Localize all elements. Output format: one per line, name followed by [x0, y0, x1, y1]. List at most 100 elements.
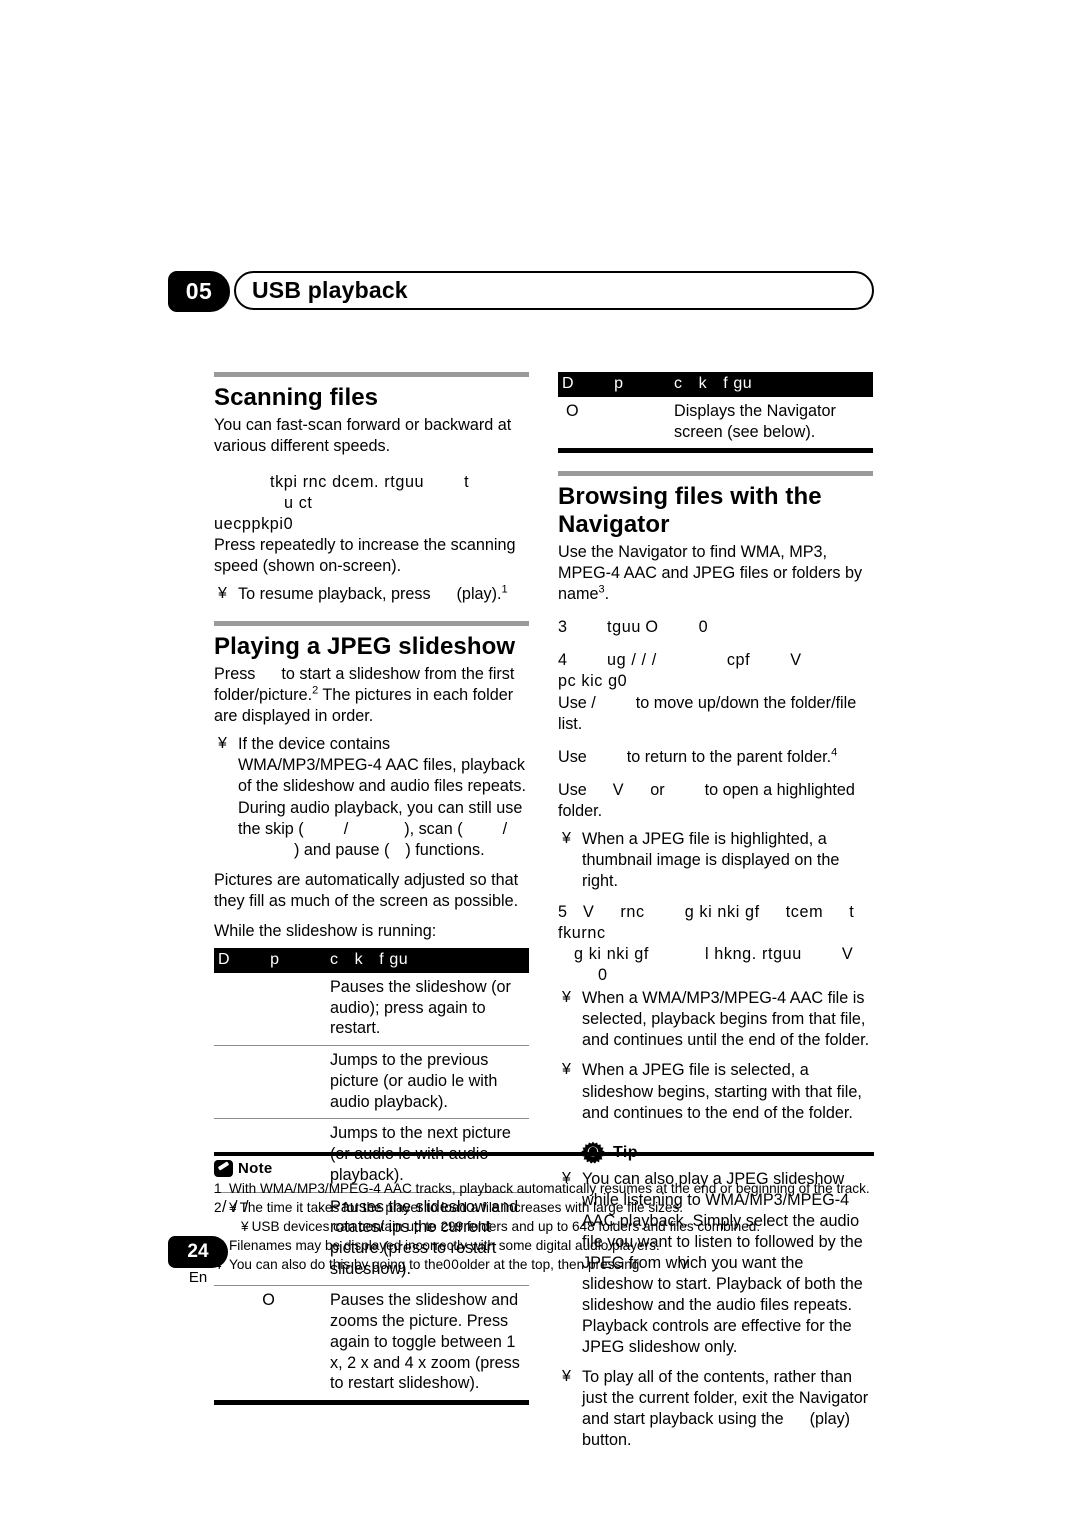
bullet-text: When a JPEG file is highlighted, a thumb…	[582, 829, 840, 890]
step-number: 5	[558, 903, 568, 921]
bullet-glyph: ¥	[562, 1061, 571, 1079]
step5-b: rnc	[620, 903, 645, 921]
garbled-run-3: u ct	[284, 494, 313, 513]
step5-h: V	[841, 945, 854, 964]
step-number: 3	[558, 618, 568, 637]
table-header-description: ckf gu	[670, 372, 873, 397]
note-text-a: You can also do this by going to the	[229, 1257, 444, 1273]
table-bottom-rule	[214, 1400, 529, 1406]
hdr-f: gu	[733, 375, 753, 392]
use2-b: to return to the parent folder.	[626, 747, 832, 766]
slideshow-bullet-f: ) functions.	[405, 840, 485, 859]
page-language: En	[188, 1269, 208, 1286]
table-head: Dp ckf gu	[214, 947, 529, 973]
browsing-bullet-list-1: ¥ When a JPEG file is highlighted, a thu…	[558, 829, 873, 892]
bullet-glyph: ¥	[229, 1200, 237, 1216]
note-item: 2 ¥ The time it takes for the player to l…	[214, 1198, 874, 1236]
browsing-intro-end: .	[604, 585, 610, 604]
browsing-use-2: Use to return to the parent folder.4	[558, 747, 873, 768]
note-list: 1 With WMA/MP3/MPEG-4 AAC tracks, playba…	[214, 1179, 874, 1274]
notes-block: Note 1 With WMA/MP3/MPEG-4 AAC tracks, p…	[214, 1152, 874, 1274]
note-item: 4 You can also do this by going to the00…	[214, 1255, 874, 1274]
step4-b: cpf	[726, 651, 751, 670]
table-header-description: ckf gu	[326, 947, 529, 973]
garbled-run-4: uecppkpi0	[214, 515, 294, 534]
table-bottom-rule	[558, 448, 873, 454]
step5-a: V	[583, 903, 595, 921]
use3-b: V	[612, 780, 625, 799]
step3-c: 0	[698, 618, 709, 637]
list-item: ¥ To play all of the contents, rather th…	[558, 1367, 873, 1451]
row-description: Jumps to the previous picture (or audio …	[326, 1045, 529, 1119]
table-body: O Displays the Navigator screen (see bel…	[558, 397, 873, 448]
hdr-c: c	[674, 375, 683, 392]
note-text-e: .	[715, 1257, 719, 1273]
browsing-step-4: 4 ug / / / cpf Vpc kic g0	[558, 650, 873, 692]
browsing-intro: Use the Navigator to find WMA, MP3, MPEG…	[558, 542, 873, 605]
row-description: Pauses the slideshow (or audio); press a…	[330, 977, 511, 1038]
footnote-ref: 2	[312, 684, 319, 697]
list-item: ¥ To resume playback, press (play).1	[214, 584, 529, 605]
scanning-bullet-list: ¥ To resume playback, press (play).1	[214, 584, 529, 605]
note-label: Note	[238, 1160, 273, 1177]
garbled-run-1: tkpi rnc dcem. rtguu	[270, 472, 425, 491]
heading-browsing-files: Browsing files with the Navigator	[558, 483, 873, 539]
bullet-text-post: (play).	[456, 585, 502, 604]
bullet-text: When a JPEG file is selected, a slidesho…	[582, 1061, 862, 1122]
scanning-garbled-line: tkpi rnc dcem. rtguu t u ct uecppkpi0	[214, 472, 529, 535]
slideshow-bullet-a: If the device contains WMA/MP3/MPEG-4 AA…	[238, 735, 526, 838]
browsing-step-3: 3 tguu O 0	[558, 617, 873, 638]
row-description: Pauses the slideshow and zooms the pictu…	[326, 1285, 529, 1401]
list-item: ¥ When a JPEG file is highlighted, a thu…	[558, 829, 873, 892]
step5-c: g ki nki gf	[684, 903, 760, 921]
step3-a: tguu	[607, 618, 641, 637]
page-footer: 24 En	[168, 1236, 258, 1286]
slideshow-bullet-c: ), scan (	[404, 819, 463, 838]
hdr-d: k	[698, 375, 708, 392]
note-item: 1 With WMA/MP3/MPEG-4 AAC tracks, playba…	[214, 1179, 874, 1198]
scanning-intro: You can fast-scan forward or backward at…	[214, 415, 512, 455]
slideshow-after-1: Pictures are automatically adjusted so t…	[214, 870, 519, 910]
step-number: 4	[558, 651, 568, 670]
slideshow-intro: Press to start a slideshow from the first…	[214, 664, 529, 727]
note-text: Filenames may be displayed incorrectly w…	[229, 1238, 660, 1254]
table-row: Pauses the slideshow (or audio); press a…	[214, 973, 529, 1046]
footnote-ref: 1	[501, 583, 508, 596]
footnote-ref: 4	[831, 746, 838, 759]
hdr-e: f	[723, 375, 729, 392]
heading-scanning-files: Scanning files	[214, 384, 379, 411]
step5-i: 0	[598, 966, 608, 985]
hdr-c: c	[330, 950, 339, 968]
bullet-glyph: ¥	[218, 735, 227, 753]
right-column: Dp ckf gu O Displays the Navigator scree…	[558, 372, 873, 1460]
table-head: Dp ckf gu	[558, 372, 873, 397]
table-row: O Displays the Navigator screen (see bel…	[558, 397, 873, 448]
table-row: O Pauses the slideshow and zooms the pic…	[214, 1285, 529, 1401]
list-item: ¥ When a JPEG file is selected, a slides…	[558, 1060, 873, 1123]
bullet-glyph: ¥	[562, 829, 571, 847]
bullet-glyph: ¥	[218, 585, 227, 603]
slideshow-intro-a: Press	[214, 665, 256, 684]
slideshow-bullet-list: ¥ If the device contains WMA/MP3/MPEG-4 …	[214, 734, 529, 860]
browsing-bullet-list-2: ¥ When a WMA/MP3/MPEG-4 AAC file is sele…	[558, 988, 873, 1123]
note-text-d: V	[679, 1257, 689, 1273]
row-button: O	[566, 402, 580, 420]
section-rule-slideshow	[214, 621, 529, 627]
use3-c: or	[650, 780, 665, 799]
use1-c: to move up/down the folder/file list.	[558, 693, 857, 733]
notes-top-rule	[214, 1152, 874, 1156]
table-header-button: Dp	[558, 372, 670, 397]
heading-playing-jpeg-slideshow: Playing a JPEG slideshow	[214, 633, 516, 661]
hdr-e: f	[379, 950, 385, 968]
slideshow-after-2: While the slideshow is running:	[214, 921, 437, 940]
slideshow-bullet-d: /	[502, 819, 508, 838]
bullet-glyph: ¥	[241, 1219, 249, 1235]
note-subtext: USB devices can contain up to 299 folder…	[251, 1219, 761, 1235]
note-header: Note	[214, 1160, 874, 1177]
row-description: Displays the Navigator screen (see below…	[674, 402, 836, 441]
note-text-c: older at the top, then pressing	[459, 1257, 640, 1273]
bullet-text-pre: To resume playback, press	[238, 585, 431, 604]
note-number: 2	[214, 1200, 222, 1216]
step4-a: ug / / /	[607, 651, 657, 670]
step5-f: g ki nki gf	[574, 945, 649, 964]
